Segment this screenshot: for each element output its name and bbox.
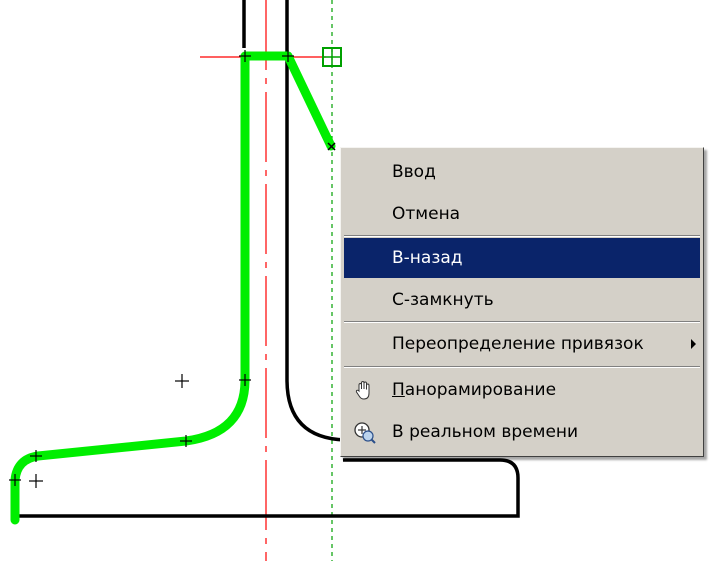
menu-item-label: Отмена <box>392 204 461 224</box>
submenu-arrow-icon <box>691 339 696 349</box>
menu-item-zoom-realtime[interactable]: В реальном времени <box>344 412 700 452</box>
menu-item-label: С-замкнуть <box>392 290 494 310</box>
menu-item-label: В реальном времени <box>392 422 579 442</box>
access-key-letter: П <box>392 380 405 400</box>
menu-item-snap-overrides[interactable]: Переопределение привязок <box>344 324 700 364</box>
point-markers <box>29 374 189 488</box>
outline-flange <box>18 458 520 518</box>
context-menu: Ввод Отмена В-назад С-замкнуть Переопред… <box>340 147 704 457</box>
menu-item-enter[interactable]: Ввод <box>344 152 700 192</box>
snap-marker-icon <box>322 47 342 67</box>
menu-separator <box>344 366 700 368</box>
menu-item-label-rest: анорамирование <box>404 380 557 400</box>
menu-separator <box>344 321 700 323</box>
pan-hand-icon <box>355 380 370 400</box>
menu-separator <box>344 235 700 237</box>
polyline-vertices <box>9 50 294 486</box>
menu-item-close[interactable]: С-замкнуть <box>344 280 700 320</box>
zoom-realtime-icon <box>354 422 376 444</box>
menu-item-label: Панорамирование <box>392 370 556 410</box>
menu-item-label: Переопределение привязок <box>392 334 644 354</box>
menu-item-cancel[interactable]: Отмена <box>344 194 700 234</box>
menu-item-label: В-назад <box>392 248 463 268</box>
menu-item-pan[interactable]: Панорамирование <box>344 370 700 410</box>
menu-item-undo[interactable]: В-назад <box>344 238 700 278</box>
selected-polyline[interactable] <box>10 51 336 525</box>
menu-item-label: Ввод <box>392 162 436 182</box>
